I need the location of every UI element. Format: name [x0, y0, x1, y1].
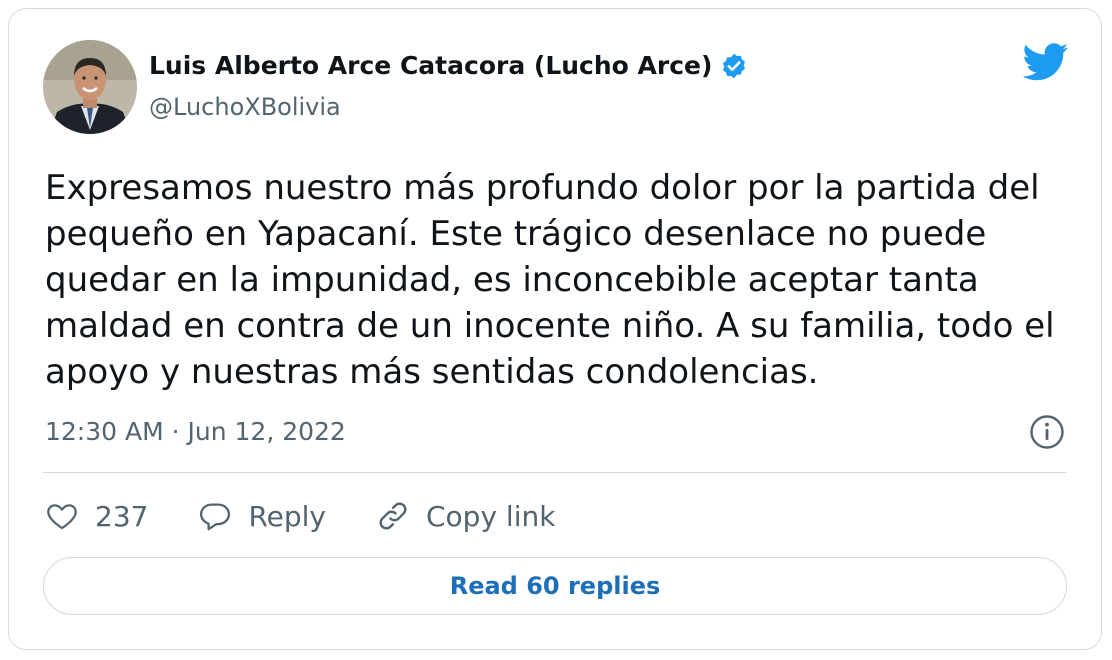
info-icon[interactable]: [1029, 414, 1065, 450]
author-name[interactable]: Luis Alberto Arce Catacora (Lucho Arce): [149, 51, 712, 80]
divider: [43, 472, 1067, 473]
copy-link-label: Copy link: [426, 499, 556, 533]
verified-badge-icon: [720, 52, 748, 80]
avatar[interactable]: [43, 40, 137, 134]
tweet-card: Luis Alberto Arce Catacora (Lucho Arce) …: [8, 8, 1102, 650]
twitter-bird-icon[interactable]: [1022, 43, 1069, 81]
reply-bubble-icon: [200, 503, 231, 531]
author-name-row: Luis Alberto Arce Catacora (Lucho Arce): [149, 51, 748, 80]
person-photo-icon: [43, 40, 137, 134]
like-button[interactable]: 237: [45, 499, 148, 533]
tweet-actions: 237 Reply Copy link: [45, 496, 605, 536]
copy-link-button[interactable]: Copy link: [376, 499, 555, 533]
tweet-text: Expresamos nuestro más profundo dolor po…: [45, 168, 1055, 392]
reply-button[interactable]: Reply: [198, 499, 326, 533]
heart-icon: [47, 504, 77, 530]
link-icon: [379, 502, 407, 530]
reply-label: Reply: [248, 499, 326, 533]
tweet-timestamp[interactable]: 12:30 AM · Jun 12, 2022: [45, 417, 346, 446]
read-replies-button[interactable]: Read 60 replies: [43, 557, 1067, 615]
author-handle[interactable]: @LuchoXBolivia: [149, 93, 341, 121]
like-count: 237: [95, 499, 149, 533]
